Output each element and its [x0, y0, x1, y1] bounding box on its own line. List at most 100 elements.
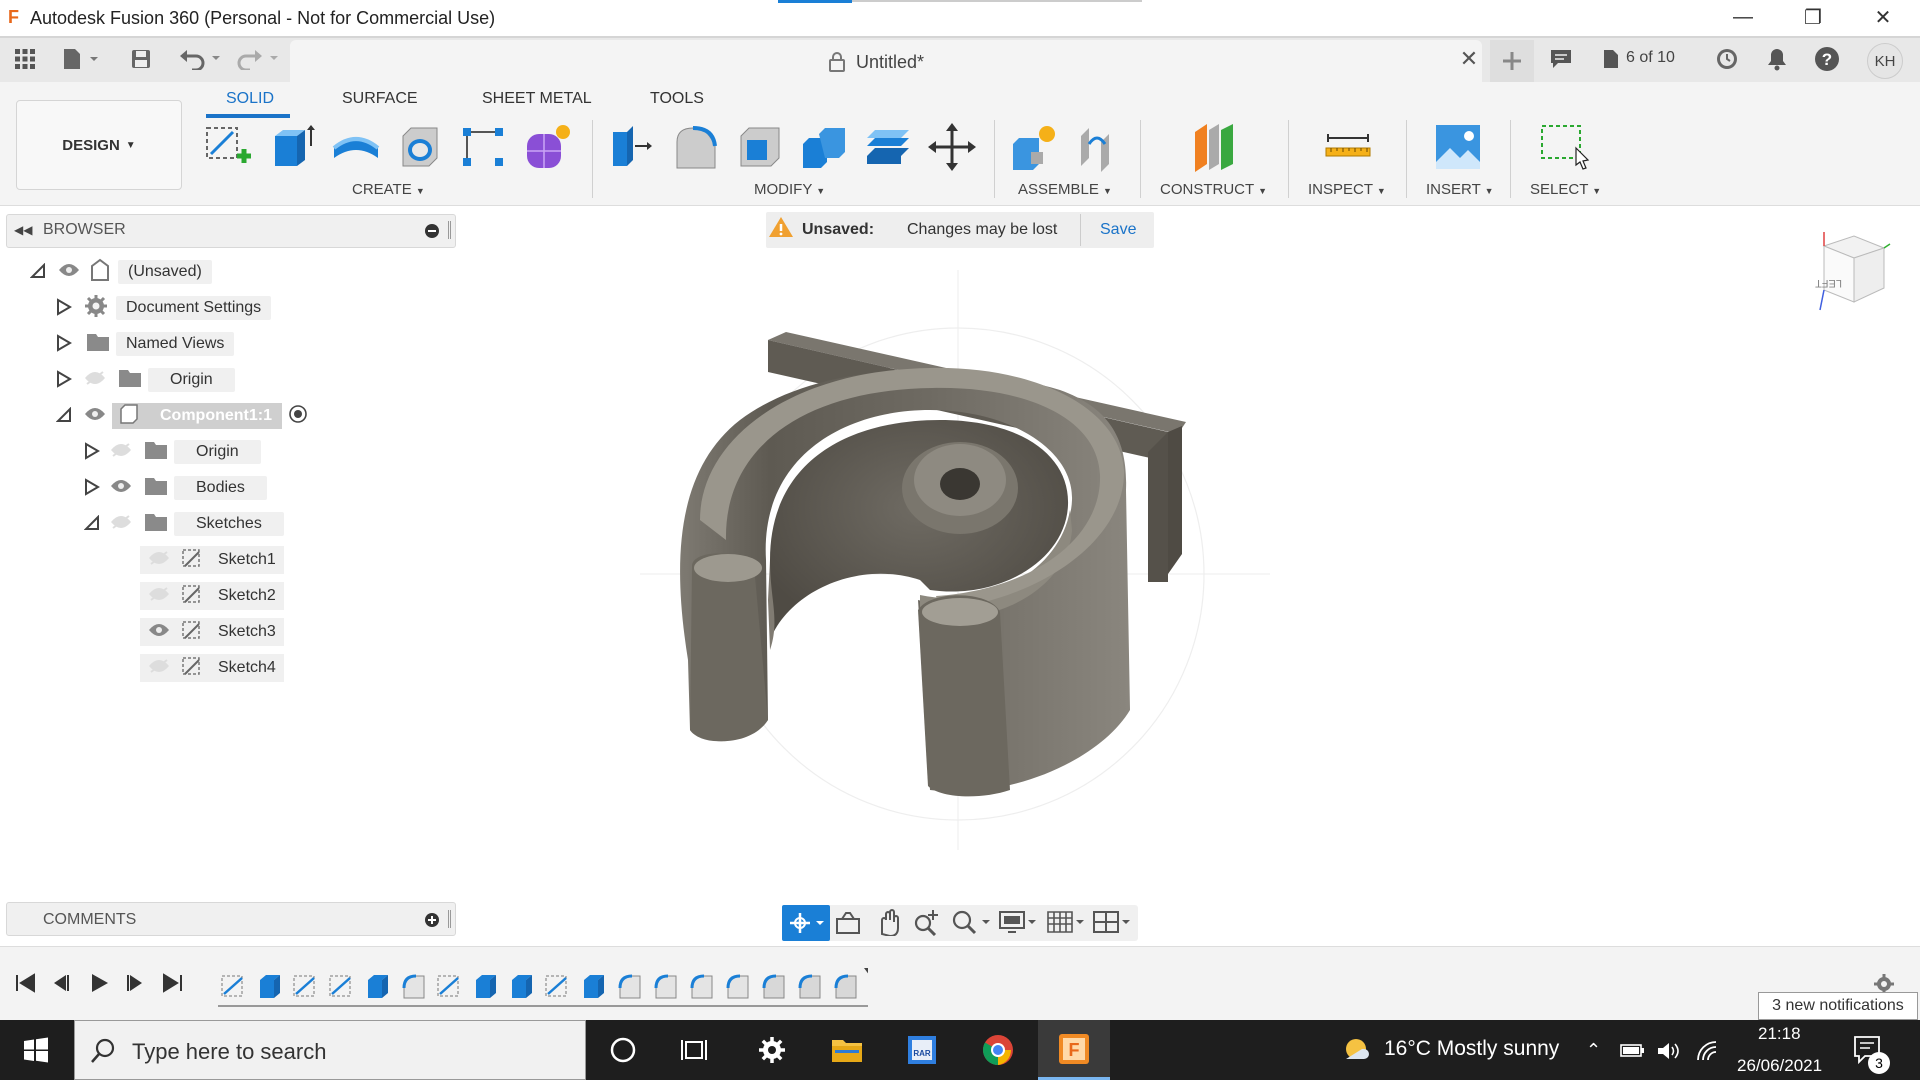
joint-icon[interactable] — [1072, 122, 1124, 172]
chrome-icon[interactable] — [962, 1020, 1034, 1080]
timeline-chamfer-icon[interactable] — [798, 974, 821, 999]
history-clock-icon[interactable] — [1710, 44, 1744, 74]
redo-icon[interactable] — [234, 44, 282, 74]
comment-panel-icon[interactable] — [1544, 44, 1578, 74]
timeline-extrude-icon[interactable] — [512, 975, 532, 998]
settings-gear-icon[interactable] — [736, 1020, 808, 1080]
timeline-next-icon[interactable] — [124, 972, 146, 999]
grid-settings-icon[interactable] — [1046, 908, 1086, 941]
cortana-icon[interactable] — [587, 1020, 659, 1080]
timeline-sketch-icon[interactable] — [329, 975, 351, 997]
timeline-fillet-icon[interactable] — [690, 974, 713, 999]
undo-icon[interactable] — [176, 44, 224, 74]
collapsed-triangle-icon[interactable] — [56, 297, 72, 319]
timeline-chamfer-icon[interactable] — [762, 974, 785, 999]
view-cube[interactable]: LEFT — [1806, 226, 1892, 325]
file-explorer-icon[interactable] — [811, 1020, 883, 1080]
expanded-triangle-icon[interactable] — [83, 514, 100, 534]
eye-hidden-icon[interactable] — [110, 514, 132, 534]
weather-text[interactable]: 16°C Mostly sunny — [1384, 1037, 1559, 1061]
viewports-icon[interactable] — [1092, 908, 1132, 941]
timeline-chamfer-icon[interactable] — [834, 974, 857, 999]
expanded-triangle-icon[interactable] — [29, 262, 46, 282]
save-icon[interactable] — [124, 44, 158, 74]
look-at-icon[interactable] — [834, 910, 862, 941]
workspace-switcher[interactable]: DESIGN ▼ — [16, 100, 182, 190]
timeline-sketch-icon[interactable] — [437, 975, 459, 997]
notifications-bell-icon[interactable] — [1760, 44, 1794, 74]
revolve-icon[interactable] — [330, 122, 382, 172]
construct-group-label[interactable]: CONSTRUCT ▼ — [1160, 181, 1267, 198]
tree-item-sketch1[interactable]: Sketch1 — [140, 546, 284, 574]
timeline-fillet-icon[interactable] — [654, 974, 677, 999]
tree-item-origin[interactable]: Origin — [56, 366, 235, 394]
panel-resize-handle[interactable] — [448, 910, 451, 928]
tab-sheet-metal[interactable]: SHEET METAL — [482, 90, 592, 108]
tree-item-component-origin[interactable]: Origin — [84, 438, 261, 466]
jobs-counter[interactable]: 6 of 10 — [1626, 49, 1675, 67]
timeline-sketch-icon[interactable] — [545, 975, 567, 997]
tree-item-bodies[interactable]: Bodies — [84, 474, 267, 502]
display-settings-icon[interactable] — [998, 908, 1038, 941]
orbit-button[interactable] — [782, 905, 830, 941]
eye-icon[interactable] — [148, 623, 170, 642]
tree-item-sketch3[interactable]: Sketch3 — [140, 618, 284, 646]
tab-surface[interactable]: SURFACE — [342, 90, 418, 108]
tab-solid[interactable]: SOLID — [226, 90, 274, 108]
collapsed-triangle-icon[interactable] — [56, 333, 72, 355]
restore-button[interactable]: ❐ — [1780, 0, 1846, 34]
timeline-features[interactable] — [218, 966, 876, 1017]
tree-item-component[interactable]: Component1:1 — [55, 402, 308, 430]
tree-item-sketch2[interactable]: Sketch2 — [140, 582, 284, 610]
timeline-extrude-icon[interactable] — [368, 975, 388, 998]
move-copy-icon[interactable] — [926, 122, 978, 172]
panel-resize-handle[interactable] — [448, 221, 451, 239]
collapse-panel-icon[interactable]: ◀◀ — [14, 223, 32, 237]
clock-time[interactable]: 21:18 — [1758, 1024, 1801, 1044]
timeline-last-icon[interactable] — [162, 972, 184, 999]
eye-icon[interactable] — [58, 263, 80, 282]
timeline-play-icon[interactable] — [88, 972, 110, 999]
fit-zoom-icon[interactable] — [950, 908, 990, 941]
create-group-label[interactable]: CREATE ▼ — [352, 181, 425, 198]
combine-icon[interactable] — [798, 122, 850, 172]
modify-group-label[interactable]: MODIFY ▼ — [754, 181, 825, 198]
offset-plane-icon[interactable] — [1188, 122, 1240, 172]
notification-toast[interactable]: 3 new notifications — [1758, 992, 1918, 1020]
user-avatar[interactable]: KH — [1867, 43, 1903, 79]
create-sketch-icon[interactable] — [202, 122, 254, 172]
minus-circle-icon[interactable] — [424, 223, 440, 244]
fillet-icon[interactable] — [670, 122, 722, 172]
tree-item-named-views[interactable]: Named Views — [56, 330, 235, 358]
close-tab-icon[interactable]: ✕ — [1452, 44, 1486, 74]
assemble-group-label[interactable]: ASSEMBLE ▼ — [1018, 181, 1112, 198]
winrar-icon[interactable]: RAR — [886, 1020, 958, 1080]
app-grid-icon[interactable] — [8, 44, 42, 74]
timeline-fillet-icon[interactable] — [618, 974, 641, 999]
window-select-icon[interactable] — [1538, 122, 1590, 172]
hole-icon[interactable] — [394, 122, 446, 172]
eye-hidden-icon[interactable] — [148, 550, 170, 570]
timeline-fillet-icon[interactable] — [726, 974, 749, 999]
volume-icon[interactable] — [1656, 1040, 1682, 1067]
weather-sun-icon[interactable] — [1340, 1035, 1372, 1070]
insert-group-label[interactable]: INSERT ▼ — [1426, 181, 1494, 198]
wifi-icon[interactable] — [1696, 1040, 1722, 1067]
battery-icon[interactable] — [1620, 1040, 1646, 1065]
timeline-first-icon[interactable] — [14, 972, 36, 999]
timeline-sketch-icon[interactable] — [293, 975, 315, 997]
job-status-icon[interactable] — [1594, 44, 1628, 74]
file-menu-icon[interactable] — [58, 44, 102, 74]
create-form-icon[interactable] — [522, 122, 574, 172]
timeline-fillet-icon[interactable] — [402, 974, 425, 999]
eye-hidden-icon[interactable] — [148, 658, 170, 678]
activate-radio-icon[interactable] — [288, 404, 308, 429]
timeline-extrude-icon[interactable] — [584, 975, 604, 998]
eye-hidden-icon[interactable] — [84, 370, 106, 390]
collapsed-triangle-icon[interactable] — [56, 369, 72, 391]
tree-item-sketches[interactable]: Sketches — [83, 510, 284, 538]
inspect-group-label[interactable]: INSPECT ▼ — [1308, 181, 1386, 198]
add-comment-icon[interactable] — [424, 912, 440, 933]
offset-face-icon[interactable] — [862, 122, 914, 172]
zoom-icon[interactable] — [912, 908, 940, 941]
